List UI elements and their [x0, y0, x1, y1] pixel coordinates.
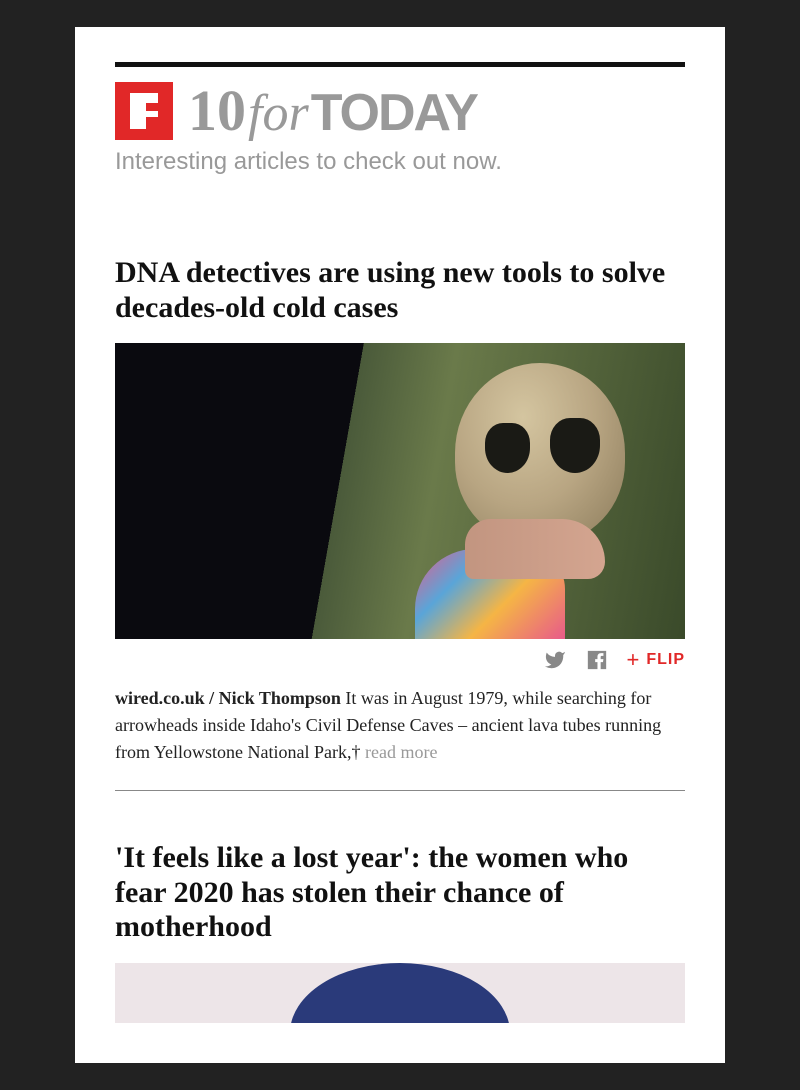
article-body: wired.co.uk / Nick Thompson It was in Au…: [115, 685, 685, 766]
twitter-icon[interactable]: [542, 649, 568, 671]
flipboard-logo[interactable]: [115, 82, 173, 140]
article-byline[interactable]: wired.co.uk / Nick Thompson: [115, 688, 341, 708]
plus-icon: +: [626, 649, 640, 671]
article-divider: [115, 790, 685, 791]
facebook-icon[interactable]: [586, 649, 608, 671]
brand-today: TODAY: [311, 87, 477, 139]
page-container: 10 for TODAY Interesting articles to che…: [75, 27, 725, 1063]
article-image[interactable]: [115, 343, 685, 639]
top-border-bar: [115, 62, 685, 67]
brand-text: 10 for TODAY: [188, 82, 477, 140]
article-title[interactable]: 'It feels like a lost year': the women w…: [115, 841, 685, 945]
read-more-link[interactable]: read more: [365, 742, 437, 762]
header: 10 for TODAY: [115, 82, 685, 140]
article-image[interactable]: [115, 963, 685, 1023]
flip-label: FLIP: [646, 651, 685, 669]
flip-button[interactable]: + FLIP: [626, 649, 685, 671]
article-title[interactable]: DNA detectives are using new tools to so…: [115, 256, 685, 325]
flipboard-f-icon: [130, 93, 158, 129]
social-row: + FLIP: [115, 649, 685, 671]
image-hand-shape: [465, 519, 605, 579]
brand-number: 10: [188, 82, 246, 140]
brand-for: for: [248, 88, 309, 140]
tagline: Interesting articles to check out now.: [115, 148, 685, 176]
image-skull-shape: [455, 363, 625, 543]
